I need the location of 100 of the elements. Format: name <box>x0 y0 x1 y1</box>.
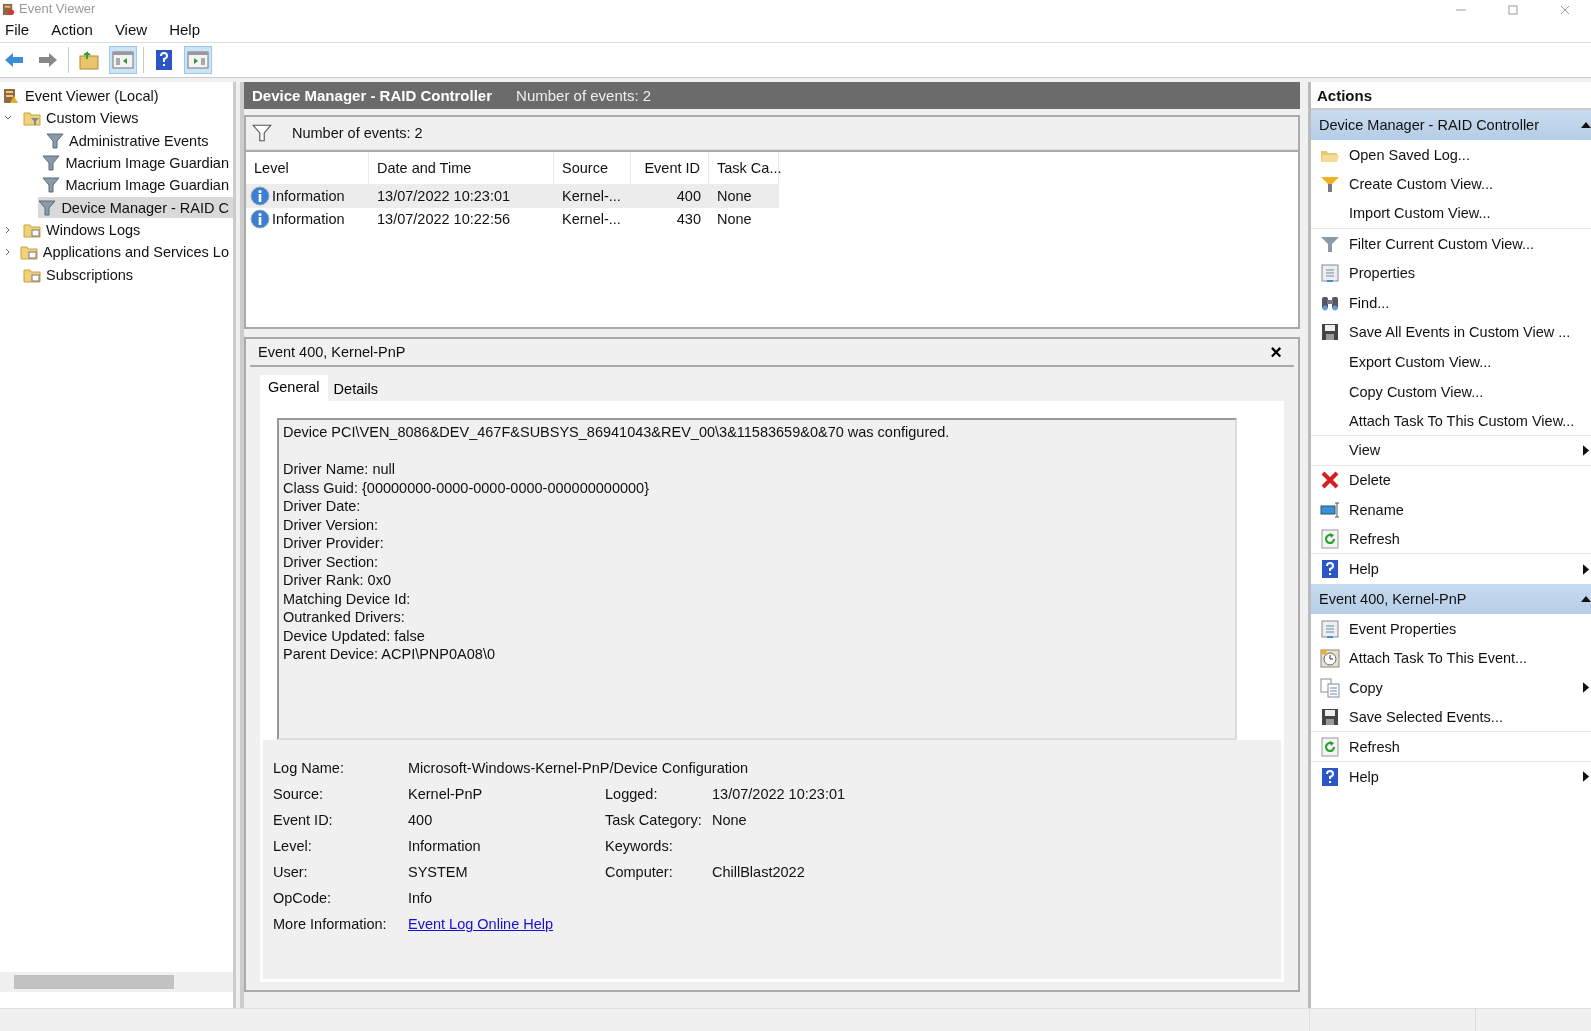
funnel-icon <box>46 131 64 150</box>
message-line: Class Guid: {00000000-0000-0000-0000-000000000000} <box>283 479 650 496</box>
refresh-icon <box>1320 736 1340 757</box>
app-icon <box>2 3 15 16</box>
tree-item[interactable]: Custom Views <box>23 107 233 129</box>
action-command[interactable]: Event Properties <box>1349 620 1591 637</box>
table-cell: None <box>717 211 752 228</box>
table-cell: None <box>717 187 752 204</box>
delete-icon <box>1320 470 1340 491</box>
message-line: Driver Section: <box>283 553 379 570</box>
action-command[interactable]: Help <box>1349 768 1583 785</box>
action-command[interactable]: Copy Custom View... <box>1349 383 1591 400</box>
action-command[interactable]: Export Custom View... <box>1349 353 1591 370</box>
message-line: Driver Name: null <box>283 461 395 477</box>
property-value: Kernel-PnP <box>408 786 484 804</box>
message-line: Matching Device Id: <box>283 590 411 607</box>
property-value: Information <box>408 838 482 856</box>
property-label: User: <box>273 864 309 882</box>
message-line: Outranked Drivers: <box>283 609 405 625</box>
tree-item[interactable]: Device Manager - RAID C <box>38 197 233 219</box>
message-line: Driver Provider: <box>283 535 384 551</box>
tree-item[interactable]: Windows Logs <box>23 219 233 241</box>
submenu-arrow-icon <box>1583 771 1590 783</box>
collapse-triangle-icon[interactable] <box>1581 120 1591 130</box>
menu-item[interactable]: Action <box>46 18 102 40</box>
pane-toggle-button[interactable] <box>184 46 212 74</box>
property-value: ChillBlast2022 <box>712 864 805 880</box>
message-line: Device Updated: false <box>283 627 425 644</box>
close-icon[interactable] <box>1559 4 1571 16</box>
action-command[interactable]: Refresh <box>1349 738 1591 755</box>
action-command[interactable]: Create Custom View... <box>1349 176 1591 193</box>
property-label: Log Name: <box>273 760 345 778</box>
info-icon <box>250 185 270 206</box>
menu-item[interactable]: Help <box>164 18 209 40</box>
action-command[interactable]: Properties <box>1349 265 1591 282</box>
action-command[interactable]: Refresh <box>1349 531 1591 547</box>
pane-toggle-button[interactable] <box>109 46 137 74</box>
action-command[interactable]: Save Selected Events... <box>1349 709 1591 725</box>
tree-item[interactable]: Subscriptions <box>23 264 233 285</box>
menu-item[interactable]: View <box>109 18 157 40</box>
table-cell: 430 <box>676 211 701 228</box>
action-command[interactable]: Save All Events in Custom View ... <box>1349 324 1591 341</box>
property-value: Info <box>408 890 434 908</box>
properties-icon <box>1320 618 1340 639</box>
action-command[interactable]: Import Custom View... <box>1349 205 1591 222</box>
message-line: Device PCI\VEN_8086&DEV_467F&SUBSYS_86941043&REV_00\3&11583659&0&70 was configured. <box>283 424 950 440</box>
horizontal-scrollbar[interactable] <box>0 972 233 992</box>
funnel-icon <box>42 154 61 173</box>
message-line: Driver Date: <box>283 498 361 514</box>
folder-funnel-icon <box>23 109 41 128</box>
help-link[interactable]: Event Log Online Help <box>408 916 554 932</box>
folder-icon <box>78 49 100 71</box>
message-line: Driver Version: <box>283 516 379 533</box>
property-label: Level: <box>273 838 313 856</box>
message-line: Parent Device: ACPI\PNP0A08\0 <box>283 646 495 662</box>
info-icon <box>250 209 270 230</box>
folder-icon <box>19 243 38 262</box>
copy-icon <box>1320 677 1340 698</box>
action-command[interactable]: Open Saved Log... <box>1349 146 1591 163</box>
refresh-icon <box>1320 529 1340 549</box>
rename-icon <box>1320 499 1340 520</box>
help-icon <box>153 49 175 71</box>
menu-item[interactable]: File <box>0 18 39 40</box>
action-command[interactable]: View <box>1349 442 1583 459</box>
tree-item[interactable]: Macrium Image Guardian <box>42 152 233 174</box>
action-command[interactable]: Help <box>1349 561 1583 578</box>
clock-icon <box>1320 648 1340 669</box>
close-button[interactable]: × <box>1266 342 1286 362</box>
action-command[interactable]: Delete <box>1349 472 1591 489</box>
event-row[interactable]: Information 13/07/2022 10:22:56 Kernel-... 430 None <box>246 207 779 231</box>
tree-item[interactable]: Administrative Events <box>46 130 233 152</box>
action-command[interactable]: Attach Task To This Event... <box>1349 650 1591 667</box>
help-icon <box>1320 559 1340 580</box>
properties-icon <box>1320 263 1340 284</box>
property-label: Computer: <box>605 864 674 882</box>
action-command[interactable]: Find... <box>1349 294 1591 311</box>
funnel-icon <box>1320 174 1340 195</box>
maximize-icon[interactable] <box>1507 4 1519 16</box>
property-value: 400 <box>408 812 434 830</box>
tree-item[interactable]: Event Viewer (Local) <box>2 85 233 107</box>
action-command[interactable]: Filter Current Custom View... <box>1349 235 1591 252</box>
tree-item[interactable]: Applications and Services Lo <box>19 241 233 263</box>
window-title: Event Viewer <box>19 2 96 16</box>
table-cell: Kernel-... <box>562 187 621 204</box>
help-icon <box>1320 766 1340 787</box>
section-header[interactable]: Event 400, Kernel-PnP <box>1311 583 1591 614</box>
action-command[interactable]: Attach Task To This Custom View... <box>1349 412 1591 429</box>
table-cell: Information <box>272 211 345 228</box>
property-label: Event ID: <box>273 812 334 830</box>
property-label: Keywords: <box>605 838 674 856</box>
pane-icon <box>112 49 134 71</box>
tree-item[interactable]: Macrium Image Guardian <box>42 174 233 196</box>
submenu-arrow-icon <box>1583 563 1590 575</box>
section-header[interactable]: Device Manager - RAID Controller <box>1311 110 1591 140</box>
event-row[interactable]: Information 13/07/2022 10:23:01 Kernel-... 400 None <box>246 184 779 208</box>
action-command[interactable]: Rename <box>1349 501 1591 518</box>
message-line: Driver Rank: 0x0 <box>283 572 391 588</box>
action-command[interactable]: Copy <box>1349 679 1583 696</box>
table-cell: 13/07/2022 10:22:56 <box>377 211 511 228</box>
tab[interactable]: General <box>260 375 328 401</box>
